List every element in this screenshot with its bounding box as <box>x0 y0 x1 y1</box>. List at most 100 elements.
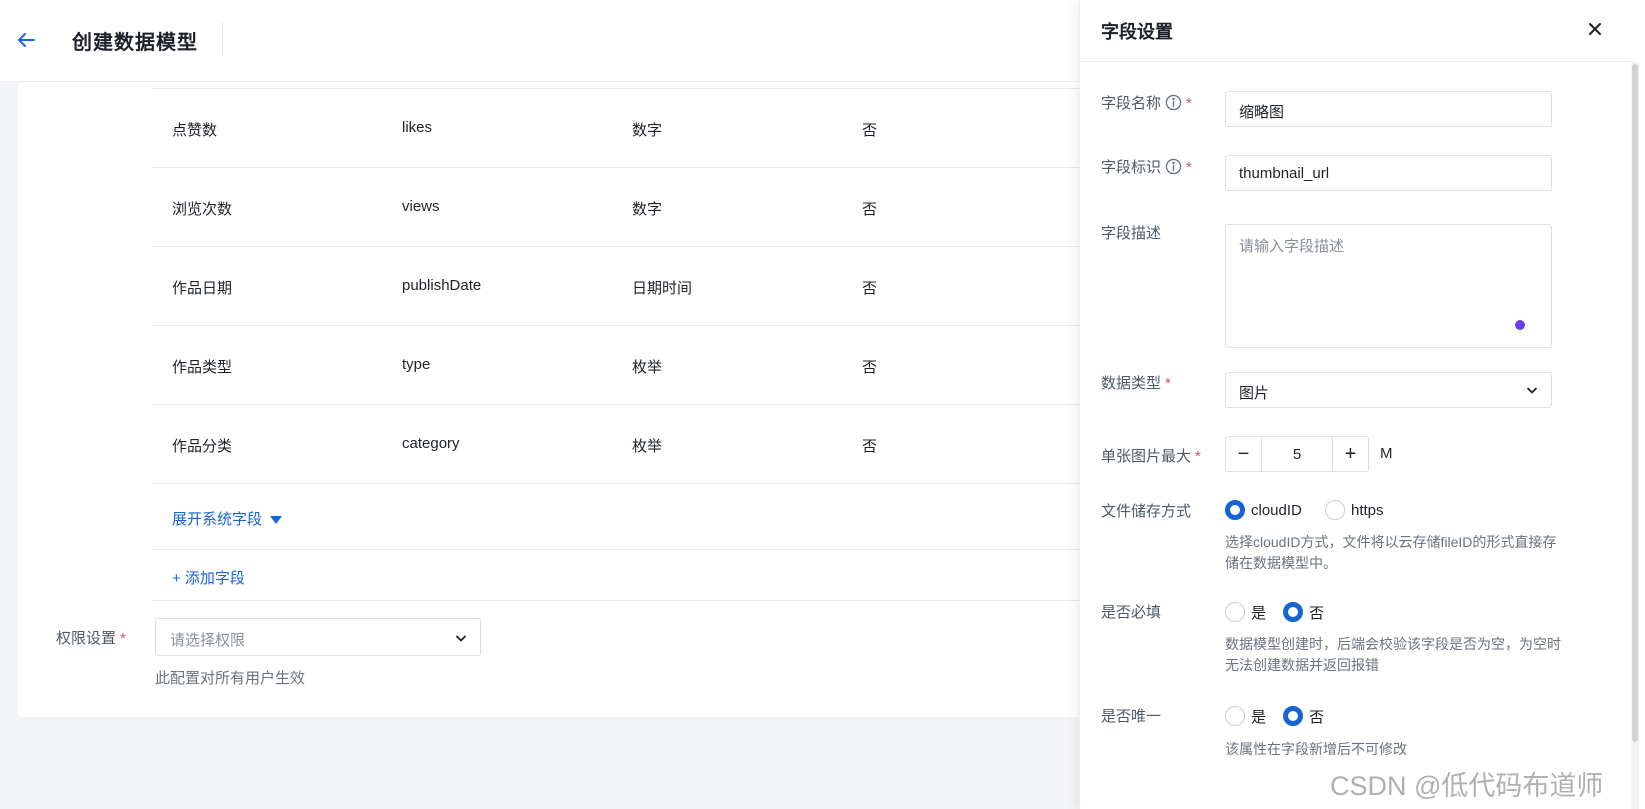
expand-row: 展开系统字段 <box>152 483 1098 549</box>
max-size-stepper: − 5 + <box>1225 436 1369 472</box>
storage-option-label: cloudID <box>1251 501 1302 519</box>
main-card: 点赞数 likes 数字 否 浏览次数 views 数字 否 作品日期 publ… <box>18 82 1098 717</box>
field-key-label-text: 字段标识 <box>1101 159 1162 176</box>
unique-option-label: 否 <box>1309 708 1325 726</box>
max-size-label: 单张图片最大 * <box>1101 445 1201 466</box>
radio-checked-icon <box>1225 500 1245 520</box>
field-required-cell: 否 <box>862 359 878 376</box>
data-type-label-text: 数据类型 <box>1101 375 1162 392</box>
field-desc-label: 字段描述 <box>1101 225 1162 242</box>
add-field-row: + 添加字段 <box>152 549 1098 601</box>
permission-placeholder: 请选择权限 <box>170 632 246 649</box>
data-type-select[interactable]: 图片 <box>1225 372 1552 408</box>
storage-label: 文件储存方式 <box>1101 503 1192 520</box>
required-option-yes[interactable]: 是 <box>1225 602 1266 622</box>
field-type-cell: 枚举 <box>632 438 663 455</box>
data-type-value: 图片 <box>1239 385 1270 402</box>
chevron-down-icon <box>455 635 467 642</box>
required-mark: * <box>1165 375 1171 392</box>
field-required-cell: 否 <box>862 438 878 455</box>
scrollbar-thumb[interactable] <box>1632 64 1638 742</box>
field-key-cell: views <box>402 198 440 215</box>
info-icon[interactable] <box>1165 94 1182 111</box>
chevron-down-icon <box>1526 387 1538 394</box>
close-icon[interactable] <box>1586 20 1604 38</box>
field-name-cell: 作品类型 <box>172 359 233 376</box>
unique-option-yes[interactable]: 是 <box>1225 706 1266 726</box>
info-icon[interactable] <box>1165 158 1182 175</box>
title-divider <box>222 22 223 56</box>
expand-system-fields-link[interactable]: 展开系统字段 <box>172 508 283 529</box>
radio-unchecked-icon <box>1225 706 1245 726</box>
unique-label: 是否唯一 <box>1101 708 1162 725</box>
max-size-label-text: 单张图片最大 <box>1101 448 1192 465</box>
table-row: 点赞数 likes 数字 否 <box>152 88 1098 167</box>
field-settings-drawer: 字段设置 字段名称 * 缩略图 字段标识 * thumbnail_url 字段描述 … <box>1079 0 1645 809</box>
radio-unchecked-icon <box>1325 500 1345 520</box>
radio-unchecked-icon <box>1225 602 1245 622</box>
required-option-label: 否 <box>1309 604 1325 622</box>
caret-down-icon <box>270 516 283 525</box>
required-mark: * <box>1195 448 1201 465</box>
field-type-cell: 枚举 <box>632 359 663 376</box>
drawer-title: 字段设置 <box>1101 22 1173 42</box>
field-key-value: thumbnail_url <box>1239 165 1330 182</box>
decrement-button[interactable]: − <box>1226 437 1262 471</box>
unique-help: 该属性在字段新增后不可修改 <box>1225 741 1407 757</box>
storage-option-label: https <box>1351 501 1384 519</box>
field-name-cell: 作品日期 <box>172 280 233 297</box>
field-required-cell: 否 <box>862 122 878 139</box>
field-name-label: 字段名称 * <box>1101 92 1192 113</box>
unique-option-no[interactable]: 否 <box>1283 706 1324 726</box>
resize-dot <box>1515 320 1525 330</box>
field-name-value: 缩略图 <box>1239 104 1285 121</box>
field-name-input[interactable]: 缩略图 <box>1225 91 1552 127</box>
field-name-cell: 作品分类 <box>172 438 233 455</box>
table-row: 作品类型 type 枚举 否 <box>152 325 1098 404</box>
max-size-value[interactable]: 5 <box>1262 446 1332 463</box>
field-key-label: 字段标识 * <box>1101 156 1192 177</box>
radio-checked-icon <box>1283 706 1303 726</box>
required-help: 数据模型创建时，后端会校验该字段是否为空，为空时无法创建数据并返回报错 <box>1225 636 1561 673</box>
storage-option-https[interactable]: https <box>1325 500 1384 520</box>
field-type-cell: 数字 <box>632 122 663 139</box>
drawer-scrollbar[interactable] <box>1631 62 1639 809</box>
back-arrow-icon[interactable] <box>14 28 38 52</box>
required-mark: * <box>1186 159 1192 176</box>
field-key-cell: category <box>402 435 460 452</box>
field-name-cell: 点赞数 <box>172 122 218 139</box>
radio-checked-icon <box>1283 602 1303 622</box>
field-desc-textarea[interactable]: 请输入字段描述 <box>1225 224 1552 348</box>
field-name-cell: 浏览次数 <box>172 201 233 218</box>
storage-help: 选择cloudID方式，文件将以云存储fileID的形式直接存储在数据模型中。 <box>1225 534 1557 571</box>
table-row: 浏览次数 views 数字 否 <box>152 167 1098 246</box>
drawer-divider <box>1080 61 1633 62</box>
data-type-label: 数据类型 * <box>1101 372 1171 393</box>
table-row: 作品日期 publishDate 日期时间 否 <box>152 246 1098 325</box>
field-type-cell: 数字 <box>632 201 663 218</box>
increment-button[interactable]: + <box>1332 437 1368 471</box>
page-title: 创建数据模型 <box>72 32 198 54</box>
permission-select[interactable]: 请选择权限 <box>155 618 481 656</box>
field-required-cell: 否 <box>862 280 878 297</box>
field-key-cell: type <box>402 356 431 373</box>
field-required-cell: 否 <box>862 201 878 218</box>
fields-table: 点赞数 likes 数字 否 浏览次数 views 数字 否 作品日期 publ… <box>152 88 1098 601</box>
required-label: 是否必填 <box>1101 604 1162 621</box>
required-option-label: 是 <box>1251 604 1267 622</box>
unique-option-label: 是 <box>1251 708 1267 726</box>
permission-hint: 此配置对所有用户生效 <box>155 670 306 687</box>
field-type-cell: 日期时间 <box>632 280 693 297</box>
add-field-link[interactable]: + 添加字段 <box>172 567 245 588</box>
permission-label-text: 权限设置 <box>56 630 117 647</box>
required-option-no[interactable]: 否 <box>1283 602 1324 622</box>
field-key-cell: likes <box>402 119 433 136</box>
field-name-label-text: 字段名称 <box>1101 95 1162 112</box>
field-key-input[interactable]: thumbnail_url <box>1225 155 1552 191</box>
expand-label: 展开系统字段 <box>172 511 263 528</box>
field-key-cell: publishDate <box>402 277 482 294</box>
max-size-unit: M <box>1380 445 1393 462</box>
field-desc-placeholder: 请输入字段描述 <box>1239 238 1345 255</box>
storage-option-cloudid[interactable]: cloudID <box>1225 500 1302 520</box>
table-row: 作品分类 category 枚举 否 <box>152 404 1098 483</box>
